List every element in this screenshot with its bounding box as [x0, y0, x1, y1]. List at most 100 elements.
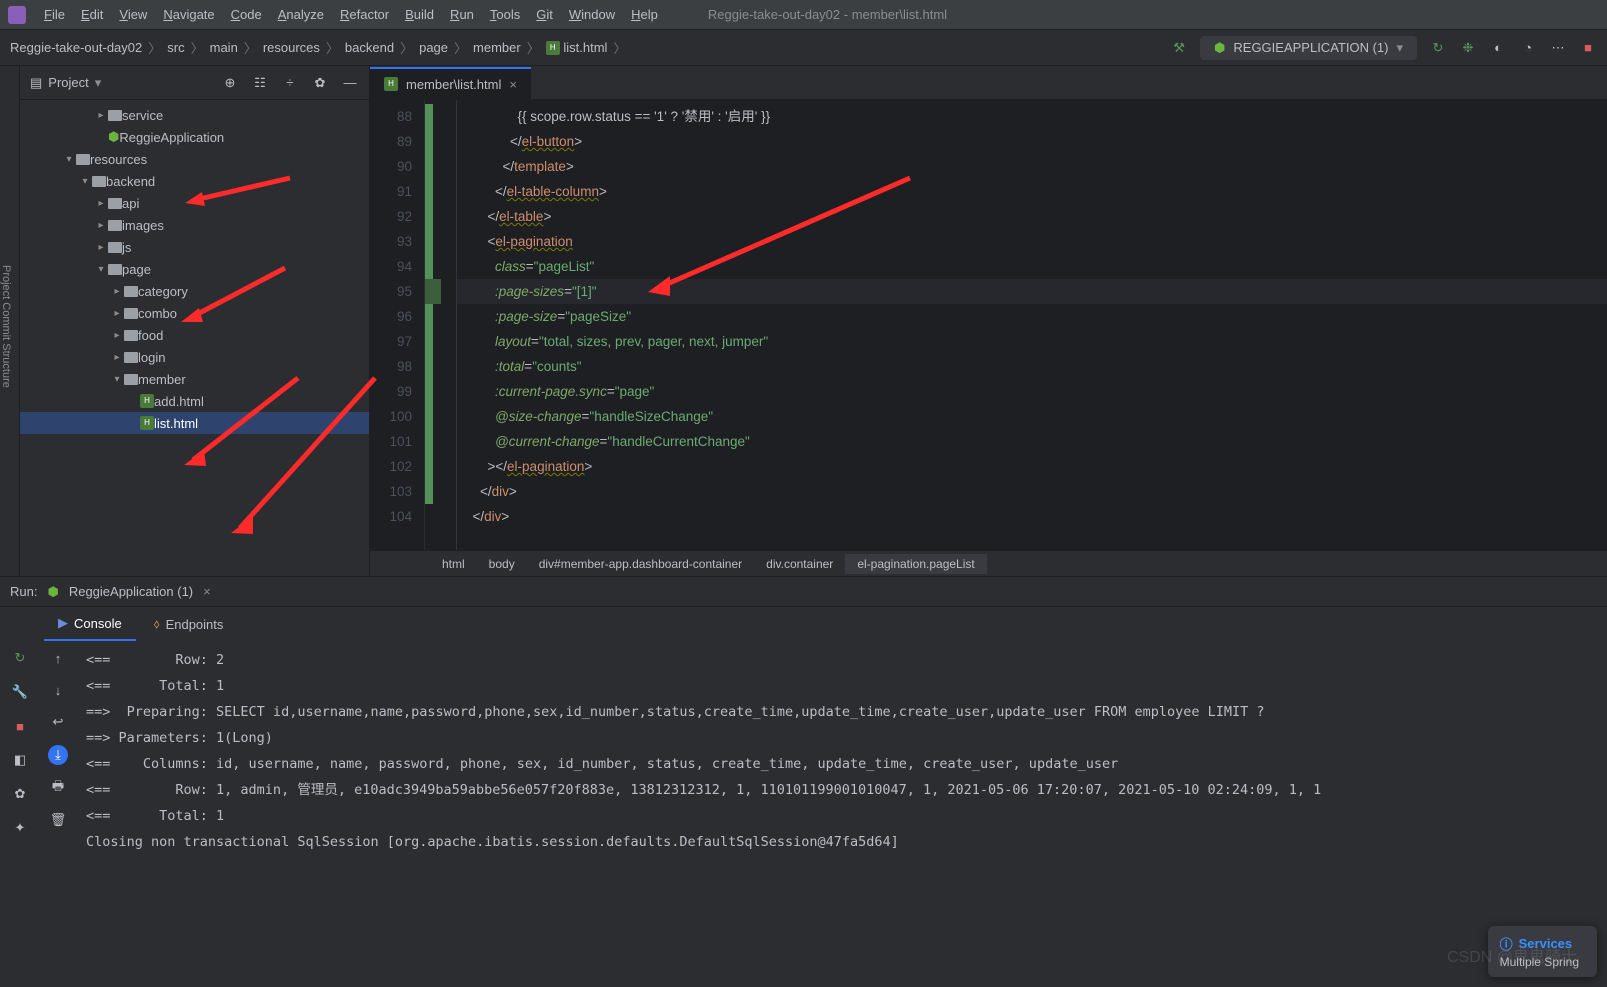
- tree-arrow-icon[interactable]: ▾: [110, 374, 124, 385]
- tree-node-backend[interactable]: ▾ backend: [20, 170, 369, 192]
- editor-breadcrumbs[interactable]: htmlbodydiv#member-app.dashboard-contain…: [370, 550, 1607, 576]
- tree-arrow-icon[interactable]: ▾: [78, 176, 92, 187]
- tree-arrow-icon[interactable]: ▸: [94, 110, 108, 121]
- select-opened-file-icon[interactable]: ⊕: [221, 74, 239, 92]
- code-line-90[interactable]: </template>: [457, 154, 1607, 179]
- breadcrumb-segment[interactable]: Reggie-take-out-day02: [10, 40, 142, 55]
- coverage-icon[interactable]: ◐: [1489, 39, 1507, 57]
- tree-arrow-icon[interactable]: ▾: [94, 264, 108, 275]
- close-icon[interactable]: ×: [203, 584, 211, 599]
- menu-tools[interactable]: Tools: [482, 3, 528, 26]
- pin-icon[interactable]: ✦: [11, 819, 29, 837]
- tree-node-service[interactable]: ▸ service: [20, 104, 369, 126]
- layout-gear-icon[interactable]: ✿: [11, 785, 29, 803]
- code-line-97[interactable]: layout="total, sizes, prev, pager, next,…: [457, 329, 1607, 354]
- menu-view[interactable]: View: [111, 3, 155, 26]
- menu-refactor[interactable]: Refactor: [332, 3, 397, 26]
- menu-run[interactable]: Run: [442, 3, 482, 26]
- breadcrumb-segment[interactable]: resources: [263, 40, 320, 55]
- editor-crumb-4[interactable]: el-pagination.pageList: [845, 554, 986, 574]
- editor-crumb-3[interactable]: div.container: [754, 554, 845, 574]
- fold-gutter[interactable]: [433, 100, 457, 550]
- tree-node-images[interactable]: ▸ images: [20, 214, 369, 236]
- code-line-91[interactable]: </el-table-column>: [457, 179, 1607, 204]
- line-number[interactable]: 98: [370, 354, 412, 379]
- breadcrumb-segment[interactable]: main: [210, 40, 238, 55]
- tree-arrow-icon[interactable]: ▸: [94, 242, 108, 253]
- build-hammer-icon[interactable]: ⚒: [1170, 39, 1188, 57]
- tree-node-login[interactable]: ▸ login: [20, 346, 369, 368]
- editor-crumb-2[interactable]: div#member-app.dashboard-container: [527, 554, 754, 574]
- menu-navigate[interactable]: Navigate: [155, 3, 222, 26]
- menu-file[interactable]: File: [36, 3, 73, 26]
- line-number[interactable]: 100: [370, 404, 412, 429]
- scroll-to-end-icon[interactable]: ⤓: [48, 745, 68, 765]
- tree-arrow-icon[interactable]: ▸: [110, 330, 124, 341]
- code-line-102[interactable]: ></el-pagination>: [457, 454, 1607, 479]
- line-number[interactable]: 102: [370, 454, 412, 479]
- line-number[interactable]: 103: [370, 479, 412, 504]
- code-line-96[interactable]: :page-size="pageSize": [457, 304, 1607, 329]
- breadcrumb[interactable]: Reggie-take-out-day02〉src〉main〉resources…: [10, 38, 626, 57]
- run-configuration-selector[interactable]: ⬢ REGGIEAPPLICATION (1) ▾: [1200, 36, 1417, 60]
- code-line-98[interactable]: :total="counts": [457, 354, 1607, 379]
- line-number[interactable]: 89: [370, 129, 412, 154]
- code-line-89[interactable]: </el-button>: [457, 129, 1607, 154]
- code-line-88[interactable]: {{ scope.row.status == '1' ? '禁用' : '启用'…: [457, 104, 1607, 129]
- line-number[interactable]: 95: [370, 279, 412, 304]
- editor-crumb-0[interactable]: html: [430, 554, 477, 574]
- run-config-name[interactable]: ReggieApplication (1): [69, 584, 193, 599]
- code-text[interactable]: {{ scope.row.status == '1' ? '禁用' : '启用'…: [457, 100, 1607, 550]
- line-number[interactable]: 94: [370, 254, 412, 279]
- endpoints-tab[interactable]: ⬨ Endpoints: [140, 608, 238, 640]
- tree-node-category[interactable]: ▸ category: [20, 280, 369, 302]
- soft-wrap-icon[interactable]: ↩: [49, 713, 67, 731]
- close-icon[interactable]: ×: [509, 77, 517, 92]
- tree-node-member[interactable]: ▾ member: [20, 368, 369, 390]
- breadcrumb-segment[interactable]: member: [473, 40, 521, 55]
- tree-node-list-html[interactable]: H list.html: [20, 412, 369, 434]
- console-tab[interactable]: ▶ Console: [44, 607, 136, 641]
- code-editor[interactable]: 888990919293949596979899100101102103104 …: [370, 100, 1607, 550]
- rerun-icon[interactable]: ↻: [11, 649, 29, 667]
- line-number[interactable]: 92: [370, 204, 412, 229]
- breadcrumb-segment[interactable]: src: [167, 40, 184, 55]
- menu-help[interactable]: Help: [623, 3, 666, 26]
- debug-icon[interactable]: ❉: [1459, 39, 1477, 57]
- breadcrumb-segment[interactable]: page: [419, 40, 448, 55]
- tree-node-add-html[interactable]: H add.html: [20, 390, 369, 412]
- capture-icon[interactable]: ◧: [11, 751, 29, 769]
- tree-node-combo[interactable]: ▸ combo: [20, 302, 369, 324]
- more-actions-icon[interactable]: ⋯: [1549, 39, 1567, 57]
- tree-node-food[interactable]: ▸ food: [20, 324, 369, 346]
- chevron-down-icon[interactable]: ▾: [95, 75, 102, 91]
- line-number[interactable]: 88: [370, 104, 412, 129]
- line-number[interactable]: 91: [370, 179, 412, 204]
- editor-crumb-1[interactable]: body: [477, 554, 527, 574]
- scroll-down-icon[interactable]: ↓: [49, 681, 67, 699]
- run-icon[interactable]: ↻: [1429, 39, 1447, 57]
- project-panel-title[interactable]: Project: [48, 75, 88, 90]
- code-line-103[interactable]: </div>: [457, 479, 1607, 504]
- tree-arrow-icon[interactable]: ▸: [110, 286, 124, 297]
- tree-arrow-icon[interactable]: ▸: [94, 220, 108, 231]
- tree-arrow-icon[interactable]: ▸: [110, 308, 124, 319]
- code-line-104[interactable]: </div>: [457, 504, 1607, 529]
- profiler-icon[interactable]: ◔: [1519, 39, 1537, 57]
- tree-node-page[interactable]: ▾ page: [20, 258, 369, 280]
- tools-icon[interactable]: 🔧: [11, 683, 29, 701]
- tree-arrow-icon[interactable]: ▾: [62, 154, 76, 165]
- menu-analyze[interactable]: Analyze: [270, 3, 332, 26]
- editor-tab-list-html[interactable]: H member\list.html ×: [370, 67, 531, 99]
- tree-node-resources[interactable]: ▾ resources: [20, 148, 369, 170]
- console-output[interactable]: <== Row: 2 <== Total: 1 ==> Preparing: S…: [76, 641, 1607, 986]
- code-line-101[interactable]: @current-change="handleCurrentChange": [457, 429, 1607, 454]
- code-line-95[interactable]: :page-sizes="[1]": [457, 279, 1607, 304]
- scroll-up-icon[interactable]: ↑: [49, 649, 67, 667]
- collapse-all-icon[interactable]: ÷: [281, 74, 299, 92]
- stop-icon[interactable]: ■: [11, 717, 29, 735]
- settings-gear-icon[interactable]: ✿: [311, 74, 329, 92]
- line-number[interactable]: 104: [370, 504, 412, 529]
- code-line-99[interactable]: :current-page.sync="page": [457, 379, 1607, 404]
- code-line-92[interactable]: </el-table>: [457, 204, 1607, 229]
